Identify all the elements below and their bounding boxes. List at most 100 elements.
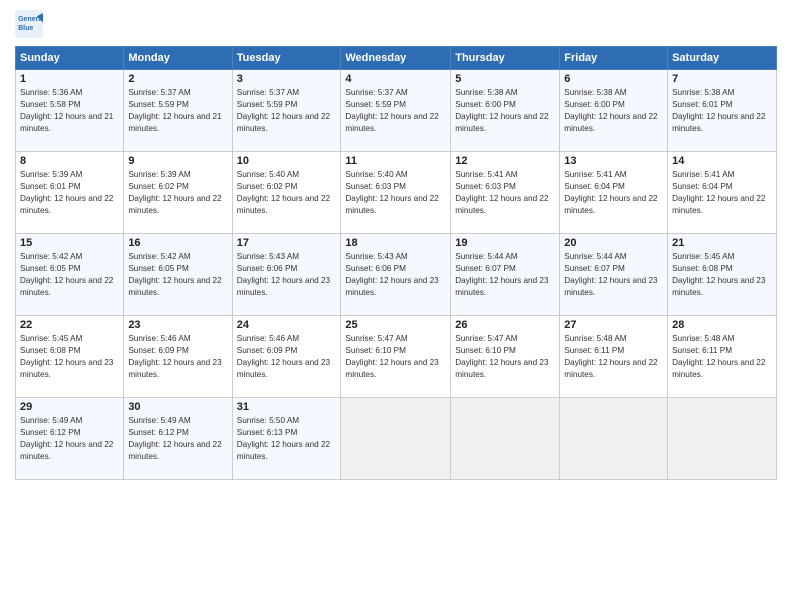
calendar-cell: 2 Sunrise: 5:37 AMSunset: 5:59 PMDayligh… [124, 70, 232, 152]
day-number: 24 [237, 319, 337, 331]
day-number: 5 [455, 73, 555, 85]
week-row-4: 22 Sunrise: 5:45 AMSunset: 6:08 PMDaylig… [16, 316, 777, 398]
day-info: Sunrise: 5:36 AMSunset: 5:58 PMDaylight:… [20, 88, 113, 133]
col-header-wednesday: Wednesday [341, 47, 451, 70]
day-info: Sunrise: 5:48 AMSunset: 6:11 PMDaylight:… [564, 334, 657, 379]
day-number: 19 [455, 237, 555, 249]
calendar-table: SundayMondayTuesdayWednesdayThursdayFrid… [15, 46, 777, 480]
day-info: Sunrise: 5:45 AMSunset: 6:08 PMDaylight:… [672, 252, 765, 297]
day-info: Sunrise: 5:37 AMSunset: 5:59 PMDaylight:… [345, 88, 438, 133]
calendar-cell: 21 Sunrise: 5:45 AMSunset: 6:08 PMDaylig… [668, 234, 777, 316]
day-info: Sunrise: 5:46 AMSunset: 6:09 PMDaylight:… [128, 334, 221, 379]
day-number: 30 [128, 401, 227, 413]
col-header-friday: Friday [560, 47, 668, 70]
day-info: Sunrise: 5:46 AMSunset: 6:09 PMDaylight:… [237, 334, 330, 379]
col-header-sunday: Sunday [16, 47, 124, 70]
col-header-monday: Monday [124, 47, 232, 70]
calendar-cell: 6 Sunrise: 5:38 AMSunset: 6:00 PMDayligh… [560, 70, 668, 152]
header-row: SundayMondayTuesdayWednesdayThursdayFrid… [16, 47, 777, 70]
day-info: Sunrise: 5:39 AMSunset: 6:01 PMDaylight:… [20, 170, 113, 215]
day-number: 10 [237, 155, 337, 167]
calendar-cell [451, 398, 560, 480]
day-info: Sunrise: 5:38 AMSunset: 6:00 PMDaylight:… [455, 88, 548, 133]
day-info: Sunrise: 5:37 AMSunset: 5:59 PMDaylight:… [128, 88, 221, 133]
calendar-cell: 1 Sunrise: 5:36 AMSunset: 5:58 PMDayligh… [16, 70, 124, 152]
calendar-cell: 17 Sunrise: 5:43 AMSunset: 6:06 PMDaylig… [232, 234, 341, 316]
col-header-thursday: Thursday [451, 47, 560, 70]
day-info: Sunrise: 5:42 AMSunset: 6:05 PMDaylight:… [20, 252, 113, 297]
day-number: 6 [564, 73, 663, 85]
day-info: Sunrise: 5:40 AMSunset: 6:03 PMDaylight:… [345, 170, 438, 215]
day-info: Sunrise: 5:43 AMSunset: 6:06 PMDaylight:… [237, 252, 330, 297]
calendar-cell: 18 Sunrise: 5:43 AMSunset: 6:06 PMDaylig… [341, 234, 451, 316]
week-row-3: 15 Sunrise: 5:42 AMSunset: 6:05 PMDaylig… [16, 234, 777, 316]
calendar-cell: 20 Sunrise: 5:44 AMSunset: 6:07 PMDaylig… [560, 234, 668, 316]
day-number: 1 [20, 73, 119, 85]
calendar-cell: 15 Sunrise: 5:42 AMSunset: 6:05 PMDaylig… [16, 234, 124, 316]
calendar-cell: 29 Sunrise: 5:49 AMSunset: 6:12 PMDaylig… [16, 398, 124, 480]
day-number: 25 [345, 319, 446, 331]
calendar-cell [341, 398, 451, 480]
day-info: Sunrise: 5:41 AMSunset: 6:03 PMDaylight:… [455, 170, 548, 215]
day-info: Sunrise: 5:44 AMSunset: 6:07 PMDaylight:… [564, 252, 657, 297]
week-row-1: 1 Sunrise: 5:36 AMSunset: 5:58 PMDayligh… [16, 70, 777, 152]
calendar-cell: 22 Sunrise: 5:45 AMSunset: 6:08 PMDaylig… [16, 316, 124, 398]
day-number: 26 [455, 319, 555, 331]
calendar-cell: 7 Sunrise: 5:38 AMSunset: 6:01 PMDayligh… [668, 70, 777, 152]
day-number: 17 [237, 237, 337, 249]
day-info: Sunrise: 5:44 AMSunset: 6:07 PMDaylight:… [455, 252, 548, 297]
day-info: Sunrise: 5:42 AMSunset: 6:05 PMDaylight:… [128, 252, 221, 297]
calendar-cell: 31 Sunrise: 5:50 AMSunset: 6:13 PMDaylig… [232, 398, 341, 480]
day-info: Sunrise: 5:43 AMSunset: 6:06 PMDaylight:… [345, 252, 438, 297]
calendar-cell: 9 Sunrise: 5:39 AMSunset: 6:02 PMDayligh… [124, 152, 232, 234]
day-number: 22 [20, 319, 119, 331]
day-info: Sunrise: 5:47 AMSunset: 6:10 PMDaylight:… [455, 334, 548, 379]
day-number: 4 [345, 73, 446, 85]
day-number: 18 [345, 237, 446, 249]
day-number: 29 [20, 401, 119, 413]
day-info: Sunrise: 5:39 AMSunset: 6:02 PMDaylight:… [128, 170, 221, 215]
calendar-cell: 5 Sunrise: 5:38 AMSunset: 6:00 PMDayligh… [451, 70, 560, 152]
day-info: Sunrise: 5:37 AMSunset: 5:59 PMDaylight:… [237, 88, 330, 133]
calendar-cell: 16 Sunrise: 5:42 AMSunset: 6:05 PMDaylig… [124, 234, 232, 316]
calendar-cell: 26 Sunrise: 5:47 AMSunset: 6:10 PMDaylig… [451, 316, 560, 398]
day-number: 23 [128, 319, 227, 331]
calendar-cell: 14 Sunrise: 5:41 AMSunset: 6:04 PMDaylig… [668, 152, 777, 234]
day-number: 9 [128, 155, 227, 167]
calendar-cell: 27 Sunrise: 5:48 AMSunset: 6:11 PMDaylig… [560, 316, 668, 398]
calendar-cell: 19 Sunrise: 5:44 AMSunset: 6:07 PMDaylig… [451, 234, 560, 316]
calendar-cell: 25 Sunrise: 5:47 AMSunset: 6:10 PMDaylig… [341, 316, 451, 398]
calendar-cell: 11 Sunrise: 5:40 AMSunset: 6:03 PMDaylig… [341, 152, 451, 234]
day-number: 7 [672, 73, 772, 85]
calendar-cell: 30 Sunrise: 5:49 AMSunset: 6:12 PMDaylig… [124, 398, 232, 480]
calendar-cell: 13 Sunrise: 5:41 AMSunset: 6:04 PMDaylig… [560, 152, 668, 234]
day-info: Sunrise: 5:41 AMSunset: 6:04 PMDaylight:… [672, 170, 765, 215]
day-number: 27 [564, 319, 663, 331]
day-number: 2 [128, 73, 227, 85]
week-row-2: 8 Sunrise: 5:39 AMSunset: 6:01 PMDayligh… [16, 152, 777, 234]
header: General Blue [15, 10, 777, 38]
day-info: Sunrise: 5:40 AMSunset: 6:02 PMDaylight:… [237, 170, 330, 215]
day-info: Sunrise: 5:47 AMSunset: 6:10 PMDaylight:… [345, 334, 438, 379]
logo-icon: General Blue [15, 10, 43, 38]
calendar-cell: 8 Sunrise: 5:39 AMSunset: 6:01 PMDayligh… [16, 152, 124, 234]
page: General Blue SundayMondayTuesdayWednesda… [0, 0, 792, 612]
svg-text:Blue: Blue [18, 25, 33, 32]
calendar-cell [668, 398, 777, 480]
day-number: 11 [345, 155, 446, 167]
day-number: 16 [128, 237, 227, 249]
day-info: Sunrise: 5:38 AMSunset: 6:01 PMDaylight:… [672, 88, 765, 133]
day-number: 28 [672, 319, 772, 331]
day-number: 14 [672, 155, 772, 167]
calendar-cell: 4 Sunrise: 5:37 AMSunset: 5:59 PMDayligh… [341, 70, 451, 152]
day-info: Sunrise: 5:41 AMSunset: 6:04 PMDaylight:… [564, 170, 657, 215]
day-number: 15 [20, 237, 119, 249]
day-info: Sunrise: 5:49 AMSunset: 6:12 PMDaylight:… [128, 416, 221, 461]
day-number: 13 [564, 155, 663, 167]
day-info: Sunrise: 5:38 AMSunset: 6:00 PMDaylight:… [564, 88, 657, 133]
logo: General Blue [15, 10, 47, 38]
day-number: 21 [672, 237, 772, 249]
day-number: 8 [20, 155, 119, 167]
day-info: Sunrise: 5:50 AMSunset: 6:13 PMDaylight:… [237, 416, 330, 461]
calendar-cell: 12 Sunrise: 5:41 AMSunset: 6:03 PMDaylig… [451, 152, 560, 234]
